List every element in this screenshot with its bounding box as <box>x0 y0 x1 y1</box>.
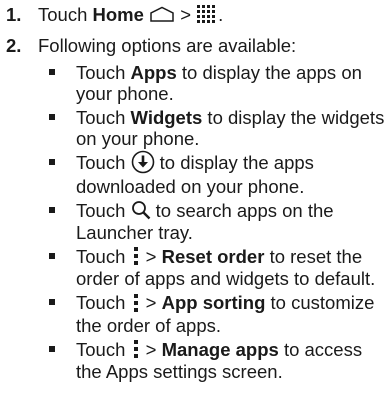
download-icon <box>131 150 155 174</box>
bullet-marker <box>49 159 55 166</box>
bullet-marker <box>49 69 55 76</box>
bullet-marker <box>49 114 55 121</box>
bullet-marker <box>49 253 55 260</box>
bullet-marker <box>49 345 55 352</box>
step-text: Following options are available: <box>38 35 297 57</box>
list-item: Touch Widgets to display the widgets on … <box>38 107 389 149</box>
step-1: 1. Touch Home > . <box>0 4 389 26</box>
more-vertical-icon <box>131 293 141 313</box>
list-item: Touch Apps to display the apps on your p… <box>38 62 389 104</box>
more-vertical-icon <box>131 339 141 359</box>
list-item: Touch to display the apps downloaded on … <box>38 150 389 197</box>
manage-apps-label: Manage apps <box>161 338 279 360</box>
bullet-marker <box>49 207 55 214</box>
step-2: 2. Following options are available: Touc… <box>0 35 389 382</box>
bullet-marker <box>49 299 55 306</box>
home-label: Home <box>92 4 144 25</box>
home-icon <box>149 6 175 22</box>
instruction-page: 1. Touch Home > . 2. Following options a… <box>0 0 389 400</box>
step-number: 1. <box>6 4 22 25</box>
list-item: Touch > Manage apps to access the Apps s… <box>38 339 389 382</box>
list-item: Touch > Reset order to reset the order o… <box>38 246 389 289</box>
step-text: Touch Home > . <box>38 4 224 25</box>
app-sorting-label: App sorting <box>161 292 266 314</box>
step-number: 2. <box>6 35 22 57</box>
widgets-label: Widgets <box>130 107 203 129</box>
app-grid-icon <box>196 4 218 24</box>
search-icon <box>131 200 151 220</box>
list-item: Touch > App sorting to customize the ord… <box>38 292 389 336</box>
reset-order-label: Reset order <box>161 246 265 268</box>
apps-label: Apps <box>130 62 177 84</box>
options-list: Touch Apps to display the apps on your p… <box>38 62 389 382</box>
more-vertical-icon <box>131 246 141 266</box>
list-item: Touch to search apps on the Launcher tra… <box>38 200 389 243</box>
